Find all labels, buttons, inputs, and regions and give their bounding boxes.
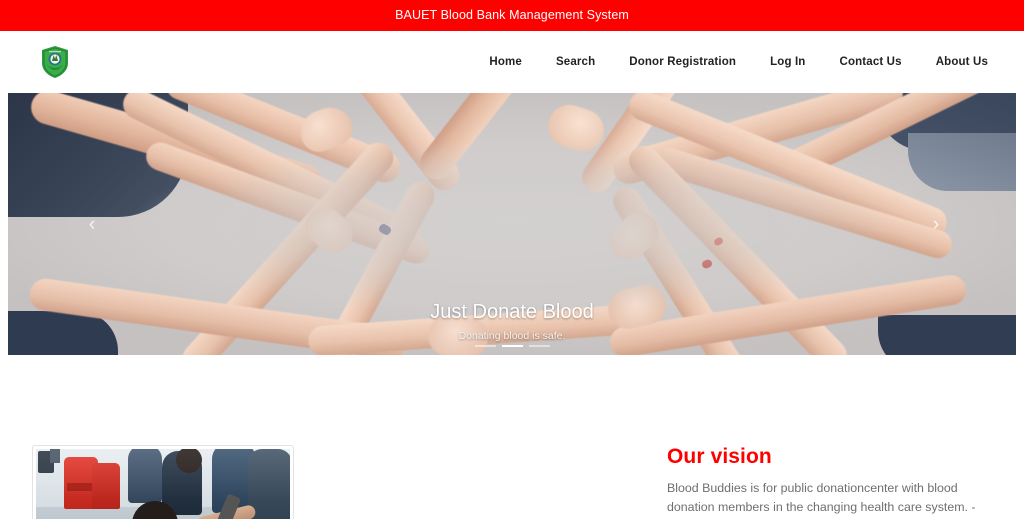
vision-paragraph: Blood Buddies is for public donationcent… (667, 481, 998, 519)
nav-item-about-us[interactable]: About Us (919, 52, 988, 72)
carousel-indicator-2[interactable] (501, 345, 523, 347)
carousel-caption-subtitle: Donating blood is safe. (458, 330, 566, 343)
chevron-left-icon[interactable]: ‹ (74, 206, 110, 242)
hero-carousel[interactable]: ‹ › Just Donate Blood Donating blood is … (8, 93, 1016, 355)
blood-donation-photo (36, 449, 290, 519)
nav-item-donor-registration[interactable]: Donor Registration (612, 52, 753, 72)
nav-item-log-in[interactable]: Log In (753, 52, 822, 72)
vision-heading: Our vision (667, 445, 772, 468)
carousel-indicators (8, 345, 1016, 347)
site-title: BAUET Blood Bank Management System (395, 8, 629, 23)
nav-item-home[interactable]: Home (472, 52, 539, 72)
vision-section: Our vision Blood Buddies is for public d… (0, 355, 1024, 519)
carousel-caption: Just Donate Blood Donating blood is safe… (8, 300, 1016, 343)
carousel-indicator-3[interactable] (528, 345, 550, 347)
carousel-indicator-1[interactable] (474, 345, 496, 347)
main-navbar: Home Search Donor Registration Log In Co… (0, 31, 1024, 93)
nav-links: Home Search Donor Registration Log In Co… (472, 52, 988, 72)
bauet-crest-logo[interactable] (40, 45, 70, 79)
top-banner: BAUET Blood Bank Management System (0, 0, 1024, 31)
vision-photo-column (32, 445, 294, 519)
vision-photo-frame[interactable] (32, 445, 294, 519)
chevron-right-icon[interactable]: › (918, 206, 954, 242)
nav-item-search[interactable]: Search (539, 52, 612, 72)
nav-item-contact-us[interactable]: Contact Us (822, 52, 918, 72)
carousel-caption-title: Just Donate Blood (430, 301, 594, 324)
vision-text-column: Our vision Blood Buddies is for public d… (294, 445, 1000, 519)
